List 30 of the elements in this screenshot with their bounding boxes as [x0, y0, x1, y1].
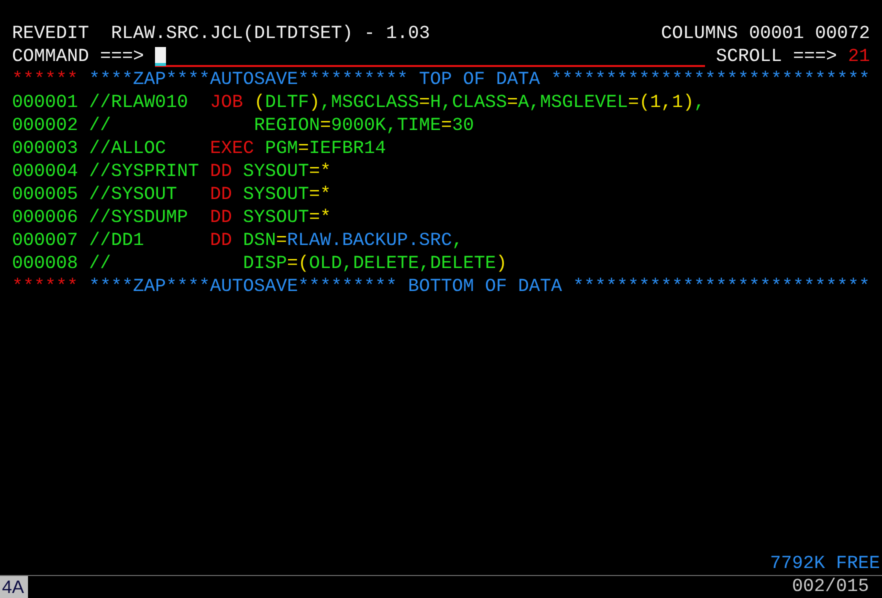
free-memory: 7792K FREE: [770, 552, 880, 575]
cursor-position: 002/015: [792, 576, 869, 598]
code-text: // DISP=(OLD,DELETE,DELETE): [89, 252, 507, 275]
scroll-label: SCROLL ===>: [716, 45, 838, 68]
code-text: //ALLOC EXEC PGM=IEFBR14: [89, 137, 386, 160]
panel-title: REVEDIT RLAW.SRC.JCL(DLTDTSET) - 1.03: [12, 22, 430, 45]
code-text: ****ZAP****AUTOSAVE********** TOP OF DATA *****************************: [89, 68, 870, 91]
code-text: //SYSOUT DD SYSOUT=*: [89, 183, 331, 206]
cursor-icon: [154, 47, 166, 66]
code-text: //SYSPRINT DD SYSOUT=*: [89, 160, 331, 183]
line-number: ******: [12, 275, 78, 298]
code-text: ****ZAP****AUTOSAVE********* BOTTOM OF DATA ***************************: [89, 275, 870, 298]
command-field[interactable]: [154, 46, 705, 67]
command-label: COMMAND ===>: [12, 45, 145, 68]
code-text: //RLAW010 JOB (DLTF),MSGCLASS=H,CLASS=A,MSGLEVEL=(1,1),: [89, 91, 705, 114]
line-number: 000004: [12, 160, 78, 183]
columns-indicator: COLUMNS 00001 00072: [661, 22, 870, 45]
status-indicator: 4A: [0, 576, 28, 598]
code-text: //SYSDUMP DD SYSOUT=*: [89, 206, 331, 229]
line-number: 000006: [12, 206, 78, 229]
line-number: ******: [12, 68, 78, 91]
line-number: 000007: [12, 229, 78, 252]
line-number: 000002: [12, 114, 78, 137]
line-number: 000008: [12, 252, 78, 275]
line-number: 000005: [12, 183, 78, 206]
line-number: 000001: [12, 91, 78, 114]
code-text: //DD1 DD DSN=RLAW.BACKUP.SRC,: [89, 229, 463, 252]
scroll-amount[interactable]: 21: [848, 45, 870, 68]
code-text: // REGION=9000K,TIME=30: [89, 114, 474, 137]
line-number: 000003: [12, 137, 78, 160]
